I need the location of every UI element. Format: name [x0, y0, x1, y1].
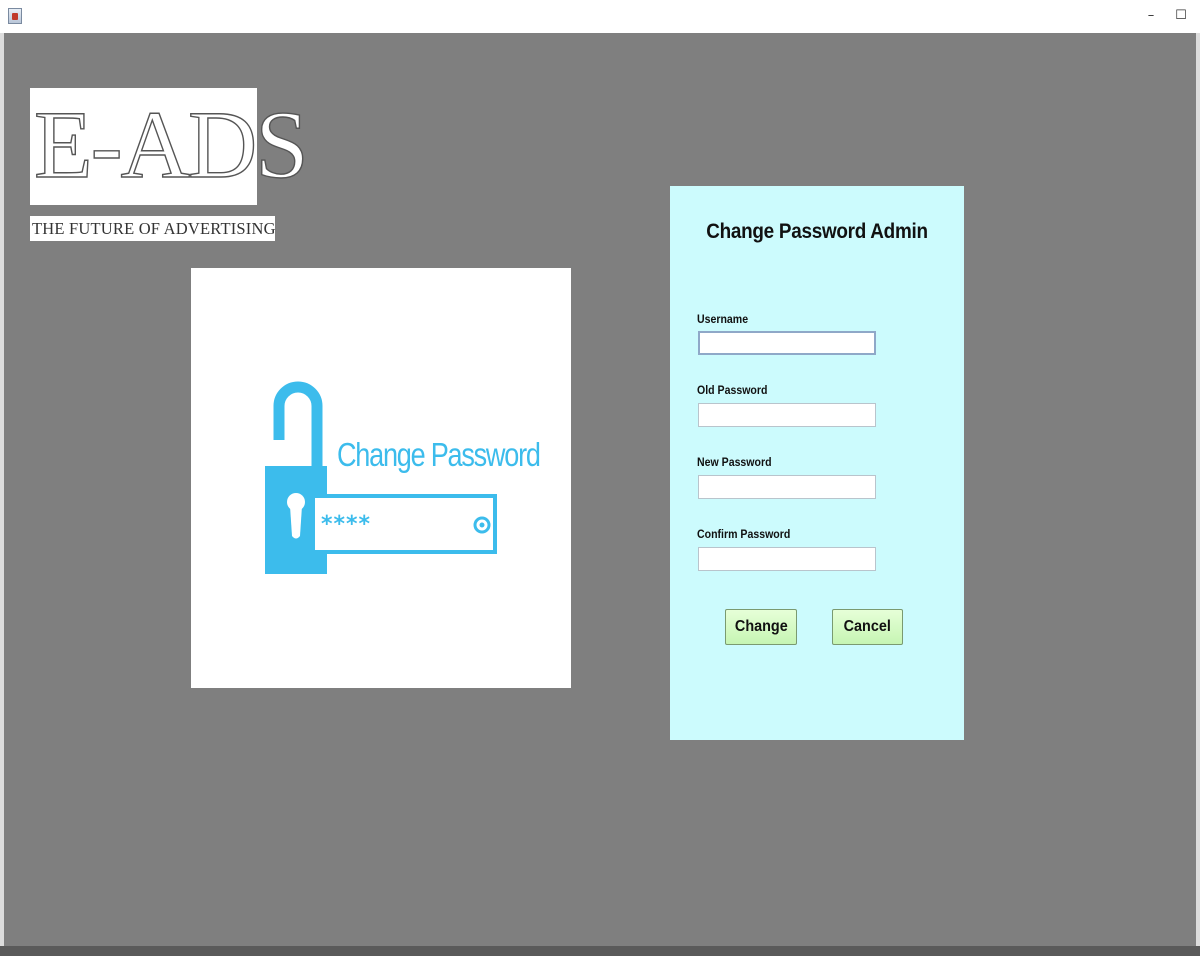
- change-button[interactable]: Change: [725, 609, 797, 645]
- old-password-field[interactable]: [698, 403, 876, 427]
- change-password-illustration: Change Password ****: [191, 268, 571, 688]
- logo: E-ADS: [30, 88, 309, 205]
- confirm-password-label: Confirm Password: [697, 527, 791, 541]
- change-password-form: Change Password Admin Username Old Passw…: [670, 186, 964, 740]
- confirm-password-field[interactable]: [698, 547, 876, 571]
- change-button-label: Change: [734, 618, 788, 635]
- logo-tagline-box: THE FUTURE OF ADVERTISING: [30, 216, 276, 241]
- minimize-button[interactable]: –: [1140, 6, 1162, 26]
- cancel-button-label: Cancel: [843, 618, 892, 635]
- username-label: Username: [697, 312, 749, 326]
- username-field[interactable]: [698, 331, 876, 355]
- cancel-button[interactable]: Cancel: [832, 609, 903, 645]
- window-title-bar: – ☐: [0, 0, 1200, 34]
- padlock-illustration-graphic: [265, 381, 497, 574]
- masked-password-text: ****: [321, 512, 372, 537]
- window-right-border: [1196, 33, 1200, 956]
- padlock-shackle: [273, 381, 323, 470]
- new-password-field[interactable]: [698, 475, 876, 499]
- java-cup-icon: [8, 8, 22, 24]
- logo-title: E-ADS: [33, 90, 309, 198]
- new-password-label: New Password: [697, 455, 772, 469]
- form-title: Change Password Admin: [706, 220, 928, 243]
- window-bottom-border: [0, 946, 1200, 956]
- old-password-label: Old Password: [697, 383, 768, 397]
- maximize-button[interactable]: ☐: [1170, 6, 1192, 26]
- logo-tagline: THE FUTURE OF ADVERTISING: [32, 219, 276, 238]
- illustration-label: Change Password: [337, 436, 541, 473]
